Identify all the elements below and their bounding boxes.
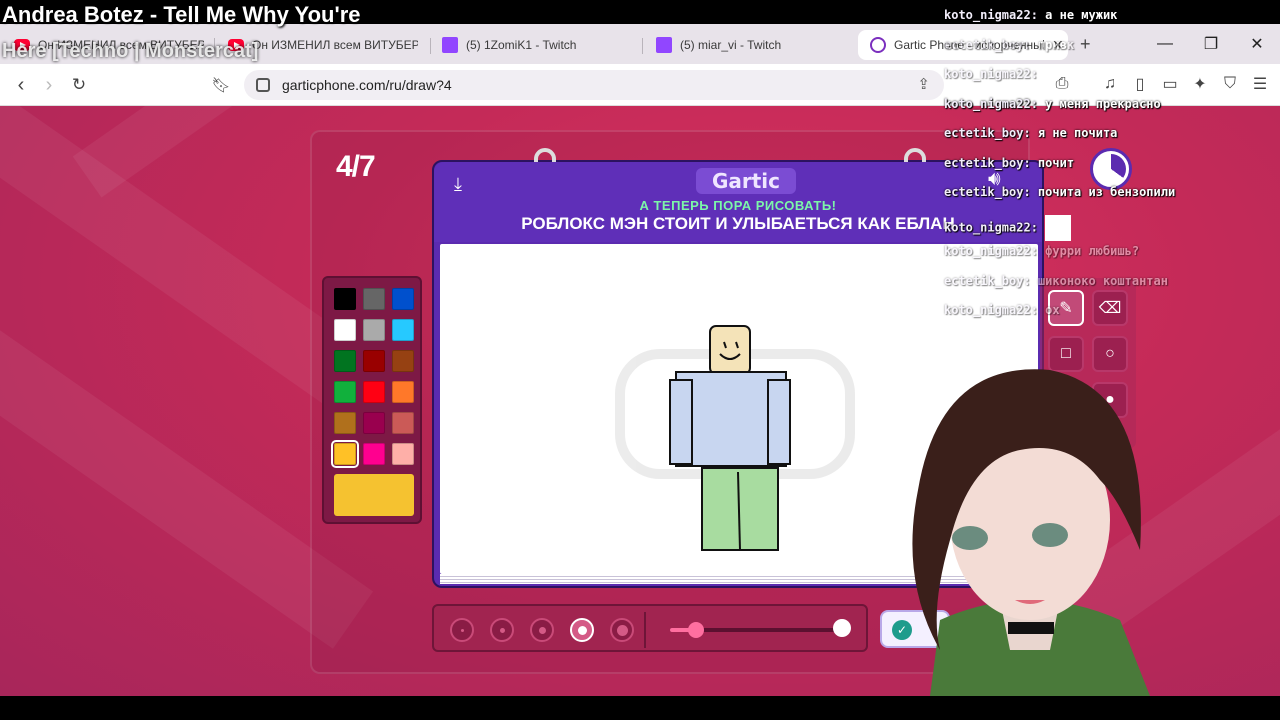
- vpn-icon[interactable]: ⛉: [1220, 74, 1240, 94]
- brush-size-5[interactable]: [610, 618, 634, 642]
- color-swatch[interactable]: [392, 381, 414, 403]
- ai-icon[interactable]: ✦: [1190, 74, 1210, 94]
- gartic-icon: [870, 37, 886, 53]
- draw-subtitle: А ТЕПЕРЬ ПОРА РИСОВАТЬ!: [639, 198, 837, 213]
- color-swatch[interactable]: [334, 412, 356, 434]
- color-swatch[interactable]: [363, 412, 385, 434]
- color-swatch[interactable]: [392, 350, 414, 372]
- eraser-icon[interactable]: ⌫: [1092, 290, 1128, 326]
- chat-text: ох: [1045, 303, 1060, 317]
- chat-message: ectetik_boy: привк: [944, 38, 1074, 52]
- chat-username: ectetik_boy:: [944, 155, 1038, 170]
- tab-twitch-2[interactable]: (5) miar_vi - Twitch: [656, 30, 846, 60]
- timer-icon: [1090, 148, 1132, 190]
- chat-message: ectetik_boy: я не почита: [944, 126, 1117, 140]
- chat-username: koto_nigma22:: [944, 303, 1046, 317]
- chat-text: шиконоко коштантан: [1037, 273, 1168, 288]
- chat-username: koto_nigma22:: [944, 220, 1046, 234]
- chat-text: почит: [1037, 155, 1075, 170]
- color-swatch[interactable]: [392, 412, 414, 434]
- now-playing-line1: Andrea Botez - Tell Me Why You're: [2, 2, 361, 27]
- chat-message: koto_nigma22: фурри любишь?: [944, 244, 1139, 258]
- color-swatch[interactable]: [363, 288, 385, 310]
- now-playing-line2: Here [Techno | Monstercat]: [2, 40, 259, 62]
- chat-text: фурри любишь?: [1045, 244, 1140, 258]
- chat-text: у меня прекрасно: [1045, 96, 1161, 111]
- chat-text: привк: [1037, 37, 1075, 52]
- gartic-logo: Gartic: [696, 168, 796, 194]
- chat-username: koto_nigma22:: [944, 96, 1046, 111]
- chat-username: ectetik_boy:: [944, 126, 1038, 140]
- chat-username: koto_nigma22:: [944, 8, 1046, 22]
- menu-icon[interactable]: ☰: [1250, 74, 1270, 94]
- chat-message: koto_nigma22: а не мужик: [944, 8, 1117, 22]
- vtuber-avatar: [900, 350, 1160, 696]
- chat-text: я не почита: [1037, 126, 1118, 140]
- tab-label: (5) 1ZomiK1 - Twitch: [466, 38, 577, 52]
- brush-size-1[interactable]: [450, 618, 474, 642]
- bookmark-icon[interactable]: 🔖︎: [208, 72, 234, 98]
- color-palette: [322, 276, 422, 524]
- color-swatch[interactable]: [334, 350, 356, 372]
- tab-label: (5) miar_vi - Twitch: [680, 38, 782, 52]
- chat-message: ectetik_boy: шиконоко коштантан: [944, 274, 1168, 288]
- chat-message: koto_nigma22:: [944, 214, 1072, 241]
- brush-toolbar: [432, 604, 868, 652]
- brush-size-4[interactable]: [570, 618, 594, 642]
- url-text: garticphone.com/ru/draw?4: [282, 77, 452, 93]
- current-color-preview: [334, 474, 414, 516]
- chat-message: koto_nigma22: ох: [944, 303, 1060, 317]
- reload-icon[interactable]: ↻: [66, 72, 92, 98]
- opacity-slider-knob[interactable]: [687, 622, 704, 638]
- color-swatch[interactable]: [363, 443, 385, 465]
- forward-icon[interactable]: ›: [36, 72, 62, 98]
- opacity-max-icon: [833, 619, 851, 637]
- download-icon[interactable]: ⤓: [446, 172, 470, 196]
- sidebar-icon[interactable]: ▯: [1130, 74, 1150, 94]
- chat-username: koto_nigma22:: [944, 244, 1046, 258]
- chat-username: ectetik_boy:: [944, 185, 1038, 199]
- tab-twitch-1[interactable]: (5) 1ZomiK1 - Twitch: [442, 30, 632, 60]
- twitch-icon: [442, 37, 458, 53]
- twitch-icon: [656, 37, 672, 53]
- chat-text: а не мужик: [1045, 8, 1118, 22]
- chat-message: ectetik_boy: почит: [944, 156, 1074, 170]
- chat-username: ectetik_boy:: [944, 37, 1038, 52]
- brush-size-2[interactable]: [490, 618, 514, 642]
- brush-size-3[interactable]: [530, 618, 554, 642]
- color-swatch[interactable]: [363, 381, 385, 403]
- color-swatch[interactable]: [392, 319, 414, 341]
- color-swatch[interactable]: [334, 319, 356, 341]
- chat-message: koto_nigma22: у меня прекрасно: [944, 97, 1161, 111]
- share-icon[interactable]: ⇪: [917, 75, 930, 93]
- chat-username: koto_nigma22:: [944, 67, 1038, 81]
- color-swatch[interactable]: [392, 288, 414, 310]
- chat-message: koto_nigma22:: [944, 67, 1038, 81]
- chat-emote: [1045, 214, 1072, 241]
- color-swatch[interactable]: [331, 440, 359, 468]
- color-swatch[interactable]: [363, 350, 385, 372]
- chat-message: ectetik_boy: почита из бензопили: [944, 185, 1175, 199]
- address-bar[interactable]: garticphone.com/ru/draw?4 ⇪: [244, 70, 944, 100]
- music-icon[interactable]: ♫: [1100, 74, 1120, 94]
- maximize-icon[interactable]: ❐: [1188, 24, 1234, 64]
- color-swatch[interactable]: [334, 381, 356, 403]
- color-swatch[interactable]: [392, 443, 414, 465]
- tab-label: Он ИЗМЕНИЛ всем ВИТУБЕРАМ: [252, 38, 418, 52]
- color-swatch[interactable]: [334, 288, 356, 310]
- site-settings-icon[interactable]: [256, 78, 270, 92]
- color-swatch[interactable]: [363, 319, 385, 341]
- round-counter: 4/7: [336, 150, 376, 183]
- opacity-slider[interactable]: [670, 622, 840, 638]
- wallet-icon[interactable]: ▭: [1160, 74, 1180, 94]
- close-window-icon[interactable]: ✕: [1234, 24, 1280, 64]
- new-tab-icon[interactable]: +: [1080, 34, 1091, 55]
- back-icon[interactable]: ‹: [8, 72, 34, 98]
- minimize-icon[interactable]: —: [1142, 24, 1188, 64]
- screenshot-icon[interactable]: ⎙: [1052, 74, 1072, 94]
- chat-text: почита из бензопили: [1037, 185, 1176, 199]
- chat-username: ectetik_boy:: [944, 273, 1038, 288]
